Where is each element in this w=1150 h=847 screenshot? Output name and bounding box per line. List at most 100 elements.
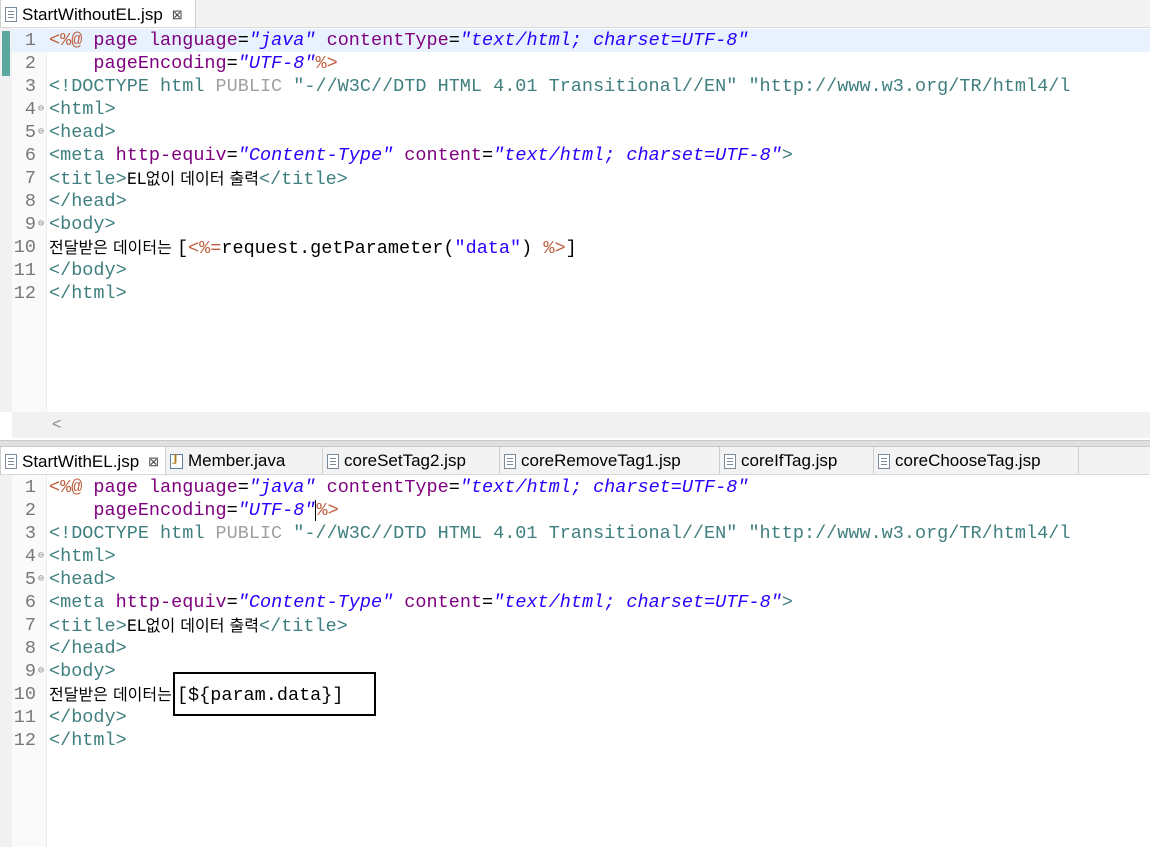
code-token: </body> xyxy=(49,260,127,281)
jsp-file-icon xyxy=(724,453,736,469)
jsp-file-icon xyxy=(878,453,890,469)
code-line[interactable]: 2 pageEncoding="UTF-8"%> xyxy=(12,52,1150,75)
code-token: html xyxy=(160,76,216,97)
code-token: </head> xyxy=(49,638,127,659)
code-token: contentType xyxy=(315,477,449,498)
horizontal-scrollbar[interactable]: < xyxy=(12,412,1150,438)
line-code-text: <head> xyxy=(49,121,116,144)
code-line[interactable]: 2 pageEncoding="UTF-8"%> xyxy=(12,499,1150,522)
fold-toggle-icon[interactable]: ⊖ xyxy=(38,213,44,236)
line-number: 3 xyxy=(24,76,36,97)
code-line[interactable]: 4 ⊖ <html> xyxy=(12,545,1150,568)
code-token: = xyxy=(226,53,238,74)
code-area[interactable]: 1 <%@ page language="java" contentType="t… xyxy=(12,476,1150,847)
code-line[interactable]: 6 <meta http-equiv="Content-Type" content… xyxy=(12,591,1150,614)
line-number: 2 xyxy=(24,53,36,74)
code-line[interactable]: 8 </head> xyxy=(12,190,1150,213)
overview-ruler xyxy=(0,28,12,412)
tab-label: coreChooseTag.jsp xyxy=(895,451,1041,470)
code-line[interactable]: 11 </body> xyxy=(12,259,1150,282)
line-number: 5 xyxy=(24,569,36,590)
tabbar-border xyxy=(0,474,1150,475)
tab-member-java[interactable]: Member.java xyxy=(166,447,323,475)
code-token: "Content-Type" xyxy=(237,592,394,613)
code-token: <title> xyxy=(49,169,127,190)
line-number: 10 xyxy=(13,684,36,705)
code-token: EL없이 데이터 출력 xyxy=(126,616,259,635)
line-number: 10 xyxy=(13,237,36,258)
code-token: request.getParameter( xyxy=(221,238,455,259)
code-token: "data" xyxy=(454,238,522,259)
tab-core-set-tag2[interactable]: coreSetTag2.jsp xyxy=(323,447,500,475)
code-line[interactable]: 3 <!DOCTYPE html PUBLIC "-//W3C//DTD HTML… xyxy=(12,75,1150,98)
line-code-text: <%@ page language="java" contentType="te… xyxy=(49,476,749,499)
code-token: = xyxy=(448,477,460,498)
code-token: > xyxy=(781,592,793,613)
code-line[interactable]: 9 ⊖ <body> xyxy=(12,213,1150,236)
tab-core-remove-tag1[interactable]: coreRemoveTag1.jsp xyxy=(500,447,720,475)
annotation-highlight-box xyxy=(173,672,376,716)
line-code-text: <!DOCTYPE html PUBLIC "-//W3C//DTD HTML … xyxy=(49,75,1070,98)
code-token: = xyxy=(482,145,494,166)
jsp-file-icon xyxy=(327,453,339,469)
line-number: 9 xyxy=(24,214,36,235)
close-tab-icon[interactable]: ⊠ xyxy=(148,454,159,470)
code-token: http-equiv xyxy=(115,592,227,613)
line-code-text: pageEncoding="UTF-8"%> xyxy=(49,499,339,522)
code-token: <!DOCTYPE xyxy=(49,523,161,544)
code-line[interactable]: 1 <%@ page language="java" contentType="t… xyxy=(12,476,1150,499)
fold-toggle-icon[interactable]: ⊖ xyxy=(38,545,44,568)
tab-start-with-el[interactable]: StartWithEL.jsp ⊠ xyxy=(0,447,166,476)
code-area[interactable]: 1 <%@ page language="java" contentType="t… xyxy=(12,29,1150,412)
line-code-text: <body> xyxy=(49,213,116,236)
code-line[interactable]: 1 <%@ page language="java" contentType="t… xyxy=(12,29,1150,52)
line-number: 6 xyxy=(24,145,36,166)
code-token: <body> xyxy=(49,214,116,235)
scroll-left-icon[interactable]: < xyxy=(52,416,61,434)
code-token: pageEncoding xyxy=(49,500,227,521)
fold-toggle-icon[interactable]: ⊖ xyxy=(38,660,44,683)
fold-toggle-icon[interactable]: ⊖ xyxy=(38,121,44,144)
tab-core-choose-tag[interactable]: coreChooseTag.jsp xyxy=(874,447,1079,475)
code-token: "text/html; charset=UTF-8" xyxy=(459,477,749,498)
code-token: "-//W3C//DTD HTML 4.01 Transitional//EN" xyxy=(293,76,749,97)
code-line[interactable]: 5 ⊖ <head> xyxy=(12,568,1150,591)
code-line[interactable]: 4 ⊖ <html> xyxy=(12,98,1150,121)
tab-label: Member.java xyxy=(188,451,286,470)
split-divider[interactable] xyxy=(0,440,1150,447)
jsp-file-icon xyxy=(504,453,516,469)
tab-core-if-tag[interactable]: coreIfTag.jsp xyxy=(720,447,874,475)
code-token: <%@ xyxy=(49,477,94,498)
line-code-text: </body> xyxy=(49,259,127,282)
line-number: 7 xyxy=(24,615,36,636)
code-token: </body> xyxy=(49,707,127,728)
code-line[interactable]: 12 </html> xyxy=(12,282,1150,305)
code-token: "text/html; charset=UTF-8" xyxy=(493,592,782,613)
line-number: 11 xyxy=(13,260,36,281)
code-token: 전달받은 데이터는 xyxy=(49,685,177,704)
code-line[interactable]: 5 ⊖ <head> xyxy=(12,121,1150,144)
line-code-text: <body> xyxy=(49,660,116,683)
fold-toggle-icon[interactable]: ⊖ xyxy=(38,98,44,121)
line-number: 11 xyxy=(13,707,36,728)
code-line[interactable]: 7 <title>EL없이 데이터 출력</title> xyxy=(12,614,1150,637)
code-line[interactable]: 10 전달받은 데이터는 [<%=request.getParameter("da… xyxy=(12,236,1150,259)
code-line[interactable]: 6 <meta http-equiv="Content-Type" content… xyxy=(12,144,1150,167)
code-token: <!DOCTYPE xyxy=(49,76,161,97)
code-line[interactable]: 8 </head> xyxy=(12,637,1150,660)
code-token: </title> xyxy=(258,169,348,190)
code-token: </html> xyxy=(49,283,127,304)
tab-start-without-el[interactable]: StartWithoutEL.jsp ⊠ xyxy=(0,0,196,29)
code-token: = xyxy=(226,592,238,613)
close-tab-icon[interactable]: ⊠ xyxy=(172,7,183,23)
code-token: <%@ xyxy=(49,30,94,51)
code-token: = xyxy=(226,500,238,521)
code-token: %> xyxy=(315,500,339,521)
fold-toggle-icon[interactable]: ⊖ xyxy=(38,568,44,591)
code-line[interactable]: 3 <!DOCTYPE html PUBLIC "-//W3C//DTD HTML… xyxy=(12,522,1150,545)
code-token: content xyxy=(393,145,483,166)
code-line[interactable]: 12 </html> xyxy=(12,729,1150,752)
code-line[interactable]: 7 <title>EL없이 데이터 출력</title> xyxy=(12,167,1150,190)
code-token: %> xyxy=(543,238,566,259)
code-token: page xyxy=(93,30,149,51)
